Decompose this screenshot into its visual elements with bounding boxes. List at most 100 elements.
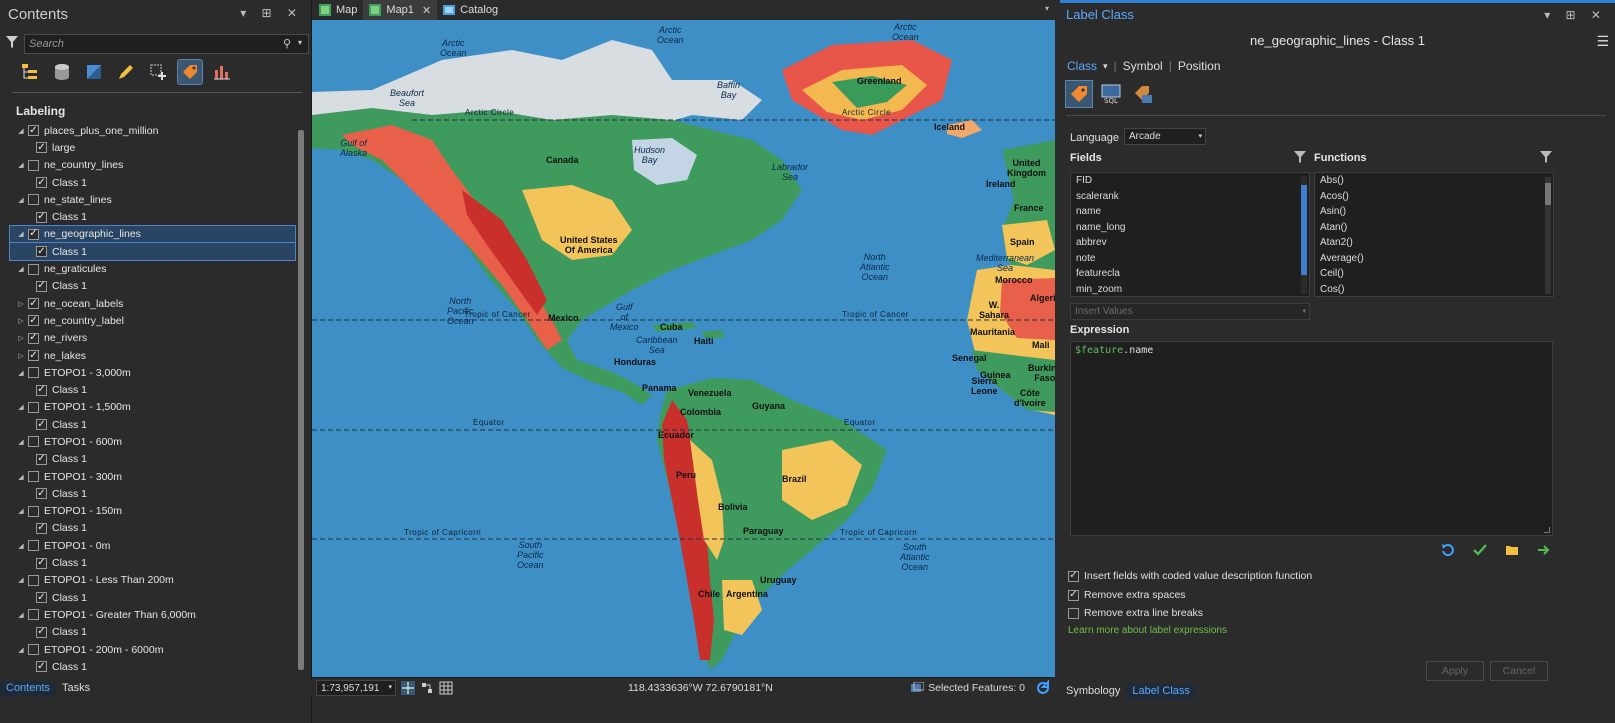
layer-checkbox[interactable] [28,471,39,483]
layer-checkbox[interactable]: ✓ [36,453,47,465]
layer-item[interactable]: ◢ ETOPO1 - 150m [10,503,295,520]
layer-item[interactable]: ◢ ne_state_lines [10,191,295,208]
layer-item[interactable]: ◢ ne_country_lines [10,157,295,174]
menu-icon[interactable]: ☰ [1596,33,1609,50]
function-item[interactable]: Cos() [1315,282,1553,297]
contents-search-input[interactable]: Search [24,34,309,54]
layer-item[interactable]: ▷ ✓ ne_ocean_labels [10,295,295,312]
option-remove-spaces-checkbox[interactable]: ✓ [1068,589,1079,601]
grid-snap-icon[interactable] [401,680,415,695]
tab-label-class[interactable]: Label Class [1126,684,1196,700]
layer-checkbox[interactable]: ✓ [28,332,39,344]
label-class-item[interactable]: ✓ Class 1 [10,554,295,571]
layer-checkbox[interactable]: ✓ [36,384,47,396]
collapse-triangle-icon[interactable]: ◢ [14,542,28,550]
collapse-triangle-icon[interactable]: ◢ [14,576,28,584]
resize-grip[interactable] [1544,527,1550,533]
layer-item[interactable]: ◢ ETOPO1 - 300m [10,468,295,485]
open-button[interactable] [1504,542,1520,558]
contents-title-controls[interactable]: ▾ ⊞ ✕ [240,6,303,20]
field-item[interactable]: name [1071,204,1309,220]
scale-dropdown-icon[interactable]: ▾ [388,683,392,691]
fields-filter-icon[interactable] [1294,151,1306,163]
label-class-item[interactable]: ✓ Class 1 [10,485,295,502]
collapse-triangle-icon[interactable]: ◢ [14,230,28,238]
layer-checkbox[interactable]: ✓ [28,228,39,240]
layer-item[interactable]: ▷ ✓ ne_lakes [10,347,295,364]
label-class-item[interactable]: ✓ large [10,139,295,156]
list-by-labeling-button[interactable] [177,59,203,85]
collapse-triangle-icon[interactable]: ◢ [14,265,28,273]
layer-checkbox[interactable]: ✓ [36,557,47,569]
apply-button[interactable]: Apply [1426,661,1484,681]
label-class-title-controls[interactable]: ▾ ⊞ ✕ [1544,8,1607,22]
layer-item[interactable]: ◢ ✓ ne_geographic_lines [9,224,296,245]
field-item[interactable]: name_long [1071,220,1309,236]
filter-icon[interactable] [6,36,18,48]
option-coded-values-checkbox[interactable]: ✓ [1068,570,1079,582]
field-item[interactable]: scalerank [1071,189,1309,205]
list-by-drawing-order-button[interactable] [18,60,42,84]
field-item[interactable]: featurecla [1071,266,1309,282]
label-class-item[interactable]: ✓ Class 1 [10,624,295,641]
refresh-icon[interactable] [1035,680,1051,696]
layer-checkbox[interactable]: ✓ [36,142,47,154]
export-button[interactable] [1536,542,1552,558]
function-item[interactable]: Average() [1315,251,1553,267]
layer-checkbox[interactable] [28,194,39,206]
layer-checkbox[interactable] [28,574,39,586]
layer-checkbox[interactable] [28,263,39,275]
collapse-triangle-icon[interactable]: ◢ [14,161,28,169]
snapping-toggle-icon[interactable] [420,681,434,695]
functions-list[interactable]: Abs() Acos() Asin() Atan() Atan2() Average() C… [1314,172,1554,297]
functions-filter-icon[interactable] [1540,151,1552,163]
undo-button[interactable] [1440,542,1456,558]
field-item[interactable]: FID [1071,173,1309,189]
language-select[interactable]: Arcade ▾ [1124,128,1206,145]
function-item[interactable]: Ceil() [1315,266,1553,282]
function-item[interactable]: Acos() [1315,189,1553,205]
label-placement-button[interactable] [1130,81,1156,107]
tab-symbology[interactable]: Symbology [1060,684,1126,700]
layer-checkbox[interactable] [28,505,39,517]
layer-checkbox[interactable] [28,644,39,656]
layer-checkbox[interactable]: ✓ [36,626,47,638]
option-remove-spaces[interactable]: ✓ Remove extra spaces [1068,589,1186,601]
label-class-item[interactable]: ✓ Class 1 [10,381,295,398]
layer-checkbox[interactable]: ✓ [36,488,47,500]
layer-checkbox[interactable]: ✓ [36,246,47,258]
label-expression-button[interactable] [1065,80,1093,108]
layer-item[interactable]: ◢ ETOPO1 - 3,000m [10,364,295,381]
collapse-triangle-icon[interactable]: ◢ [14,403,28,411]
tab-overflow-icon[interactable]: ▾ [1045,4,1049,13]
function-item[interactable]: Abs() [1315,173,1553,189]
nav-symbol[interactable]: Symbol [1123,59,1163,73]
layer-item[interactable]: ◢ ✓ places_plus_one_million [10,122,295,139]
list-by-snapping-button[interactable] [146,60,170,84]
tab-catalog[interactable]: Catalog [437,0,504,20]
collapse-triangle-icon[interactable]: ◢ [14,507,28,515]
list-charts-button[interactable] [210,60,234,84]
insert-values-select[interactable]: Insert Values ▾ [1070,303,1310,320]
tab-map[interactable]: Map [313,0,363,20]
layer-checkbox[interactable]: ✓ [28,125,39,137]
layer-checkbox[interactable]: ✓ [36,177,47,189]
option-coded-values[interactable]: ✓ Insert fields with coded value descrip… [1068,570,1312,582]
sql-query-button[interactable]: SQL [1098,81,1124,107]
field-item[interactable]: note [1071,251,1309,267]
layer-checkbox[interactable] [28,609,39,621]
function-item[interactable]: Asin() [1315,204,1553,220]
layer-item[interactable]: ◢ ETOPO1 - 1,500m [10,399,295,416]
list-by-selection-button[interactable] [82,60,106,84]
layer-item[interactable]: ◢ ne_graticules [10,260,295,277]
label-class-item[interactable]: ✓ Class 1 [10,451,295,468]
list-by-editing-button[interactable] [114,60,138,84]
map-view[interactable]: Arctic Ocean Arctic Ocean Arctic Ocean Beau… [312,20,1055,677]
collapse-triangle-icon[interactable]: ◢ [14,473,28,481]
functions-scrollbar-thumb[interactable] [1545,183,1551,205]
expand-triangle-icon[interactable]: ▷ [14,352,28,360]
layer-checkbox[interactable]: ✓ [28,298,39,310]
label-class-item[interactable]: ✓ Class 1 [10,520,295,537]
layer-checkbox[interactable]: ✓ [36,280,47,292]
label-class-item[interactable]: ✓ Class 1 [10,278,295,295]
